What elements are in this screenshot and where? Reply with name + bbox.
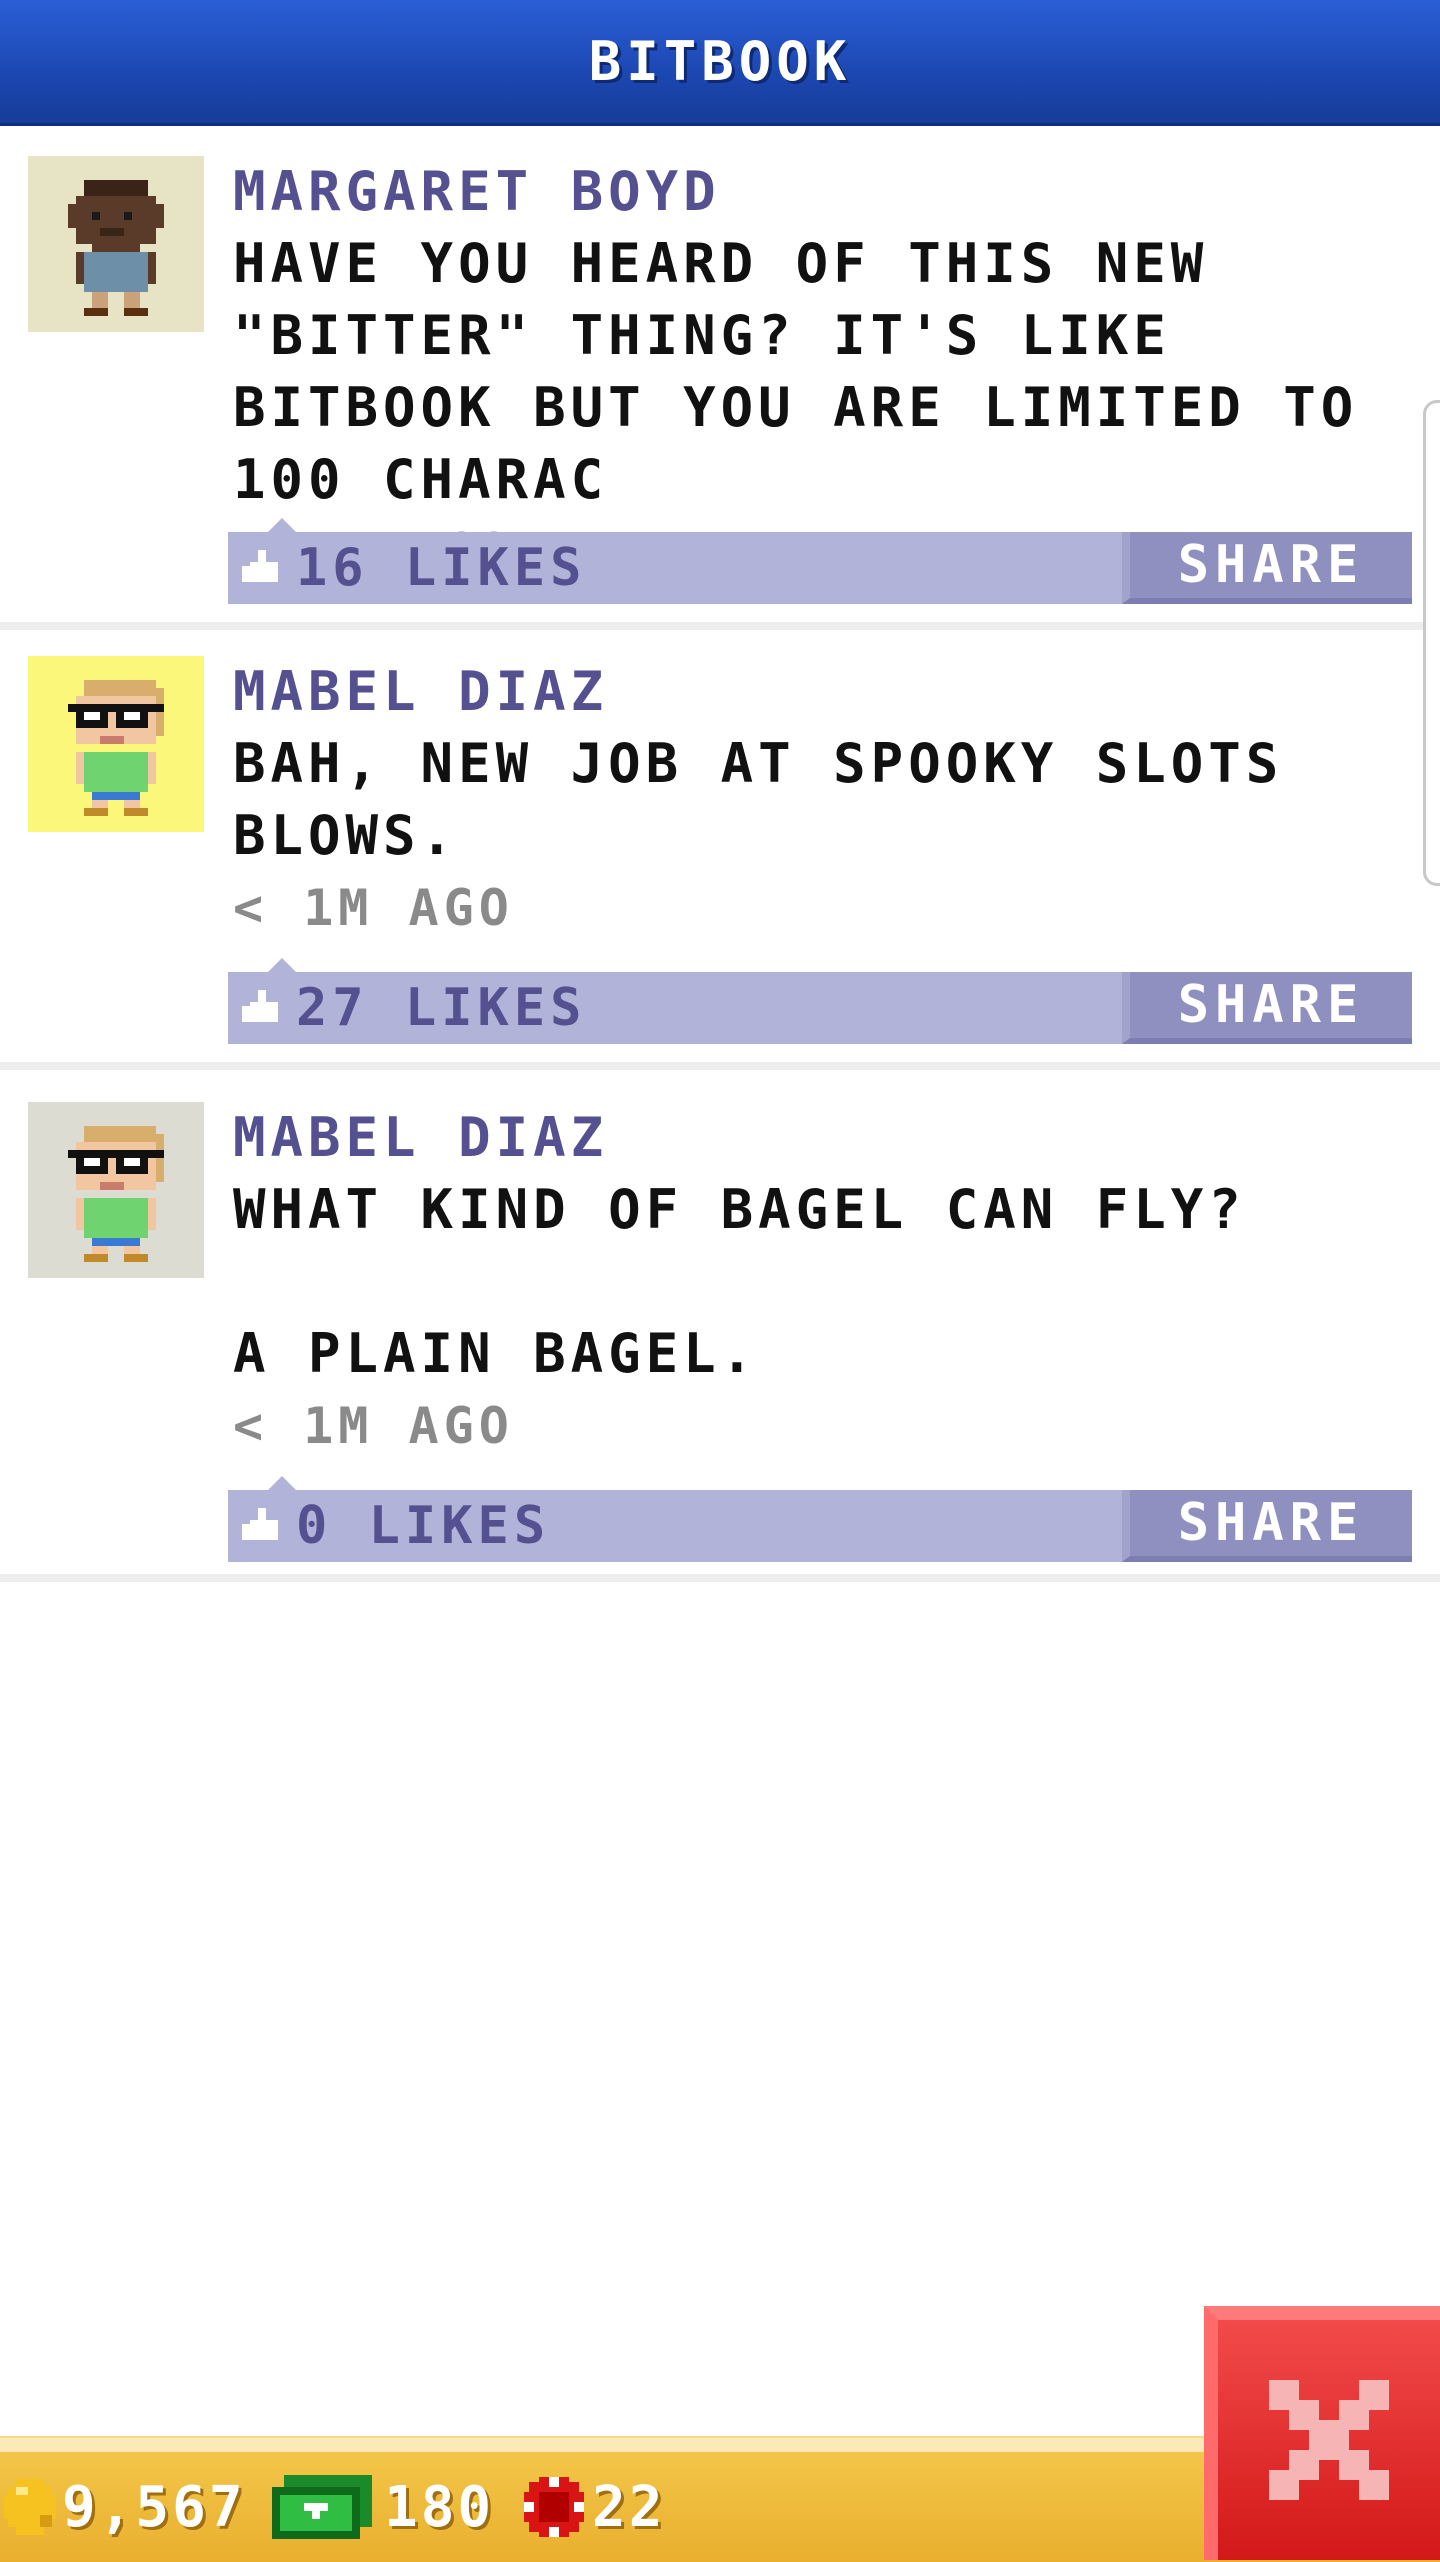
like-button[interactable]: 16 LIKES: [228, 532, 586, 604]
post-timestamp: < 1M AGO: [233, 1397, 514, 1455]
share-label: SHARE: [1177, 975, 1365, 1035]
likes-count: 16 LIKES: [296, 538, 587, 598]
token-icon: [524, 2477, 584, 2537]
feed-post: MABEL DIAZ WHAT KIND OF BAGEL CAN FLY? A…: [0, 1070, 1440, 1582]
avatar-mabel-diaz: [28, 656, 204, 832]
bux-icon: [272, 2475, 372, 2539]
share-button[interactable]: SHARE: [1122, 532, 1412, 604]
scroll-indicator[interactable]: [1423, 400, 1440, 886]
post-author[interactable]: MABEL DIAZ: [233, 656, 1414, 728]
post-action-bar: 27 LIKES SHARE: [228, 958, 1412, 1044]
close-button[interactable]: [1204, 2306, 1440, 2560]
post-timestamp: < 1M AGO: [233, 879, 514, 937]
app-header: BITBOOK: [0, 0, 1440, 126]
share-label: SHARE: [1177, 535, 1365, 595]
thumbs-up-icon: [242, 990, 278, 1022]
feed-post: MARGARET BOYD HAVE YOU HEARD OF THIS NEW…: [0, 126, 1440, 630]
like-button[interactable]: 0 LIKES: [228, 1490, 550, 1562]
like-button[interactable]: 27 LIKES: [228, 972, 586, 1044]
bux-stat: 180: [272, 2452, 494, 2562]
post-action-bar: 0 LIKES SHARE: [228, 1476, 1412, 1562]
tokens-count: 22: [592, 2474, 666, 2540]
coins-stat: 9,567: [4, 2452, 246, 2562]
post-action-bar: 16 LIKES SHARE: [228, 518, 1412, 604]
coin-icon: [4, 2479, 56, 2535]
avatar[interactable]: [28, 156, 204, 332]
feed-post: MABEL DIAZ BAH, NEW JOB AT SPOOKY SLOTS …: [0, 630, 1440, 1070]
page-title: BITBOOK: [588, 30, 852, 93]
bux-count: 180: [384, 2474, 495, 2540]
post-content: MABEL DIAZ BAH, NEW JOB AT SPOOKY SLOTS …: [233, 656, 1414, 944]
post-message: HAVE YOU HEARD OF THIS NEW "BITTER" THIN…: [233, 232, 1396, 511]
post-content: MABEL DIAZ WHAT KIND OF BAGEL CAN FLY? A…: [233, 1102, 1414, 1462]
thumbs-up-icon: [242, 550, 278, 582]
thumbs-up-icon: [242, 1508, 278, 1540]
post-author[interactable]: MARGARET BOYD: [233, 156, 1414, 228]
likes-count: 27 LIKES: [296, 978, 587, 1038]
avatar-mabel-diaz: [28, 1102, 204, 1278]
post-content: MARGARET BOYD HAVE YOU HEARD OF THIS NEW…: [233, 156, 1414, 588]
post-message: BAH, NEW JOB AT SPOOKY SLOTS BLOWS.: [233, 732, 1321, 867]
close-icon: [1269, 2380, 1389, 2500]
tokens-stat: 22: [524, 2452, 665, 2562]
bitbook-feed[interactable]: MARGARET BOYD HAVE YOU HEARD OF THIS NEW…: [0, 126, 1440, 1582]
coins-count: 9,567: [62, 2474, 246, 2540]
share-label: SHARE: [1177, 1493, 1365, 1553]
post-author[interactable]: MABEL DIAZ: [233, 1102, 1414, 1174]
avatar-margaret-boyd: [28, 156, 204, 332]
share-button[interactable]: SHARE: [1122, 972, 1412, 1044]
avatar[interactable]: [28, 1102, 204, 1278]
share-button[interactable]: SHARE: [1122, 1490, 1412, 1562]
post-message: WHAT KIND OF BAGEL CAN FLY? A PLAIN BAGE…: [233, 1178, 1246, 1385]
avatar[interactable]: [28, 656, 204, 832]
likes-count: 0 LIKES: [296, 1496, 551, 1556]
